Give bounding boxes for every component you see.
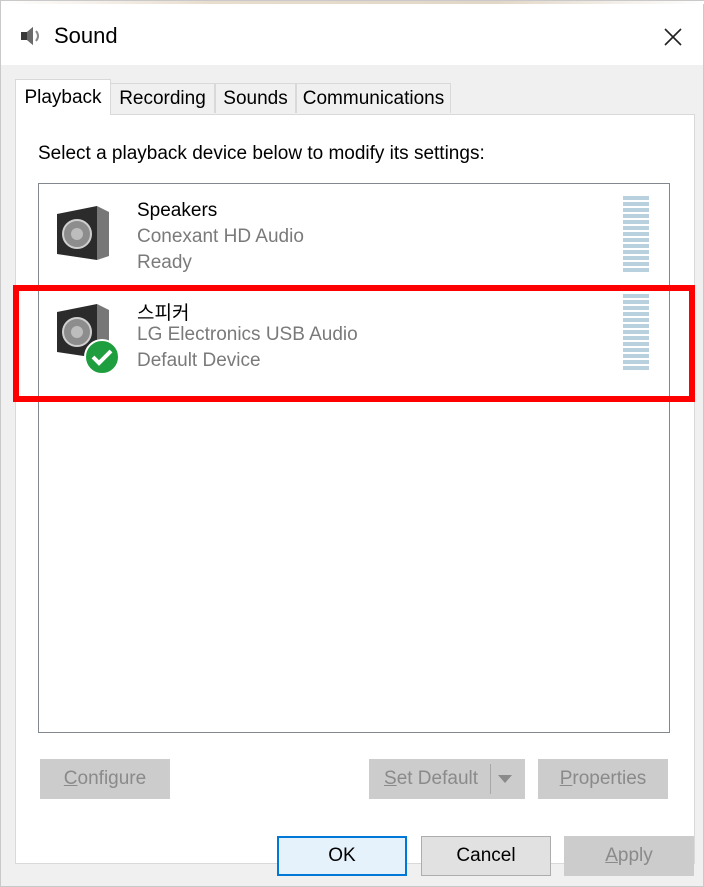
configure-accel: C: [63, 768, 78, 789]
device-status: Ready: [137, 252, 192, 273]
tab-playback[interactable]: Playback: [15, 79, 111, 115]
device-item-lg-speaker[interactable]: 스피커 LG Electronics USB Audio Default Dev…: [39, 284, 669, 380]
tab-communications[interactable]: Communications: [296, 83, 451, 113]
window-title: Sound: [54, 23, 118, 48]
level-meter: [623, 294, 649, 370]
playback-device-list[interactable]: Speakers Conexant HD Audio Ready 스피커 LG …: [38, 183, 670, 733]
tab-sounds[interactable]: Sounds: [215, 83, 296, 113]
device-driver: LG Electronics USB Audio: [137, 324, 358, 345]
speaker-title-icon: [21, 27, 39, 45]
device-status: Default Device: [137, 350, 261, 371]
apply-button[interactable]: Apply: [564, 836, 694, 876]
properties-accel: P: [559, 768, 573, 789]
sound-dialog: Sound Playback Recording Sounds Communic…: [0, 0, 704, 887]
set-default-label: et Default: [396, 768, 479, 789]
split-divider: [490, 764, 491, 794]
tab-recording[interactable]: Recording: [110, 83, 215, 113]
set-default-button[interactable]: Set Default: [369, 759, 525, 799]
dialog-client-area: Playback Recording Sounds Communications…: [1, 65, 703, 886]
playback-panel: Select a playback device below to modify…: [15, 114, 695, 864]
device-item-speakers[interactable]: Speakers Conexant HD Audio Ready: [39, 186, 669, 282]
set-default-accel: S: [384, 768, 397, 789]
properties-label: roperties: [572, 768, 647, 789]
speaker-icon: [57, 206, 109, 260]
properties-button[interactable]: Properties: [538, 759, 668, 799]
cancel-button[interactable]: Cancel: [421, 836, 551, 876]
apply-label: pply: [617, 845, 653, 866]
close-icon: [664, 28, 682, 46]
close-button[interactable]: [651, 17, 695, 57]
default-device-check-icon: [84, 339, 120, 375]
configure-button[interactable]: Configure: [40, 759, 170, 799]
level-meter: [623, 196, 649, 272]
device-name: 스피커: [137, 303, 190, 324]
configure-label: onfigure: [77, 768, 147, 789]
apply-accel: A: [605, 845, 618, 866]
instructions-text: Select a playback device below to modify…: [38, 143, 485, 164]
device-driver: Conexant HD Audio: [137, 226, 304, 247]
ok-button[interactable]: OK: [277, 836, 407, 876]
chevron-down-icon[interactable]: [498, 775, 512, 783]
device-name: Speakers: [137, 200, 218, 221]
window-top-border: [1, 1, 704, 4]
